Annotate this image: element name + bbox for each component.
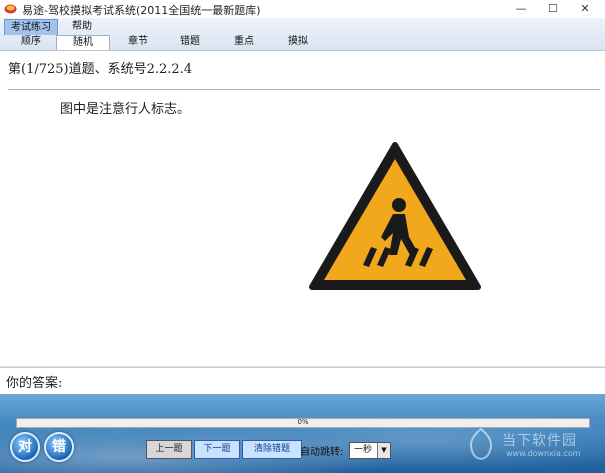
minimize-button[interactable]: — <box>506 0 536 18</box>
title-bar: 易途-驾校摸拟考试系统(2011全国统一最新题库) — ☐ ✕ <box>0 0 605 19</box>
tab-help[interactable]: 帮助 <box>66 19 98 34</box>
answer-label: 你的答案: <box>6 376 63 391</box>
close-button[interactable]: ✕ <box>570 0 600 18</box>
subtab-chapter[interactable]: 章节 <box>118 35 158 49</box>
pedestrian-crossing-warning-sign-icon <box>309 142 481 290</box>
auto-jump-select[interactable]: 一秒 ▼ <box>349 442 391 459</box>
maximize-button[interactable]: ☐ <box>538 0 568 18</box>
app-logo-icon <box>4 4 17 14</box>
window-title: 易途-驾校摸拟考试系统(2011全国统一最新题库) <box>22 4 261 17</box>
answer-bar: 你的答案: <box>0 367 605 395</box>
auto-jump-label: 自动跳转: <box>300 447 344 458</box>
subtab-key[interactable]: 重点 <box>224 35 264 49</box>
divider <box>8 89 600 90</box>
wrong-button[interactable]: 错 <box>44 432 74 462</box>
subtab-random[interactable]: 随机 <box>56 35 110 50</box>
next-question-button[interactable]: 下一题 <box>194 440 240 459</box>
subtab-wrong[interactable]: 错题 <box>170 35 210 49</box>
correct-button[interactable]: 对 <box>10 432 40 462</box>
answer-value <box>70 370 595 390</box>
question-number: 第(1/725)道题、系统号2.2.2.4 <box>8 62 193 77</box>
question-text: 图中是注意行人标志。 <box>60 102 191 117</box>
menu-bar: 考试练习 帮助 顺序 随机 章节 错题 重点 摸拟 <box>0 18 605 51</box>
watermark: 当下软件园 www.downxia.com <box>466 427 602 463</box>
auto-jump-value: 一秒 <box>354 445 373 455</box>
watermark-url: www.downxia.com <box>506 449 581 458</box>
watermark-text: 当下软件园 <box>502 433 577 449</box>
tab-exam-practice[interactable]: 考试练习 <box>4 19 58 35</box>
clear-wrong-button[interactable]: 清除错题 <box>242 440 302 459</box>
subtab-mock[interactable]: 摸拟 <box>278 35 318 49</box>
question-panel: 第(1/725)道题、系统号2.2.2.4 图中是注意行人标志。 <box>0 51 605 366</box>
watermark-logo-icon <box>469 427 493 460</box>
prev-question-button[interactable]: 上一题 <box>146 440 192 459</box>
subtab-sequential[interactable]: 顺序 <box>12 35 50 49</box>
chevron-down-icon: ▼ <box>377 443 390 458</box>
